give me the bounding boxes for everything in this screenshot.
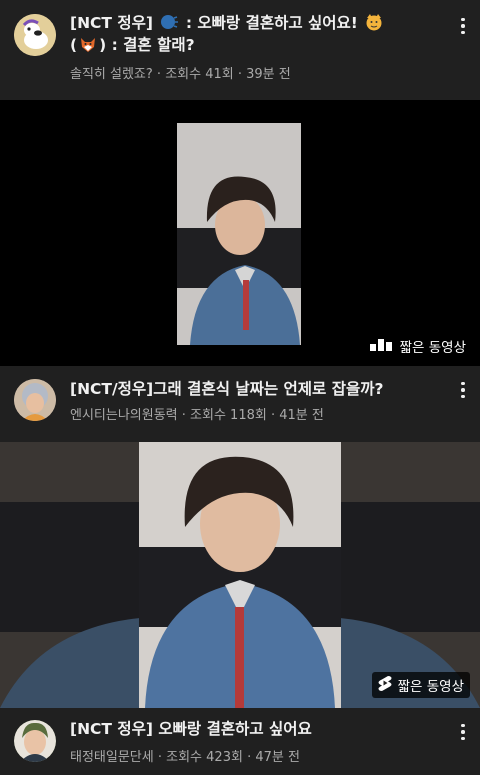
title-part-3: (	[70, 36, 78, 54]
shorts-badge: 짧은 동영상	[371, 672, 470, 698]
video-meta: 엔시티는나의원동력 · 조회수 118회 · 41분 전	[70, 408, 324, 423]
channel-avatar[interactable]	[14, 720, 56, 762]
shorts-badge: 짧은 동영상	[369, 336, 466, 356]
shorts-label: 짧은 동영상	[397, 679, 464, 695]
view-count: 조회수 423회	[166, 750, 243, 765]
shorts-bars-icon	[369, 337, 394, 355]
channel-avatar[interactable]	[14, 14, 56, 56]
video-thumbnail-1[interactable]: 짧은 동영상	[0, 100, 480, 366]
shorts-label: 짧은 동영상	[399, 340, 466, 356]
thumbnail-image	[0, 100, 480, 366]
title-part-4: ) : 결혼 할래?	[99, 36, 195, 54]
channel-name[interactable]: 엔시티는나의원동력	[70, 408, 178, 423]
title-part-2: : 오빠랑 결혼하고 싶어요!	[180, 14, 358, 32]
channel-name[interactable]: 솔직히 설렜죠?	[70, 67, 153, 82]
video-title[interactable]: [NCT/정우]그래 결혼식 날짜는 언제로 잡을까?	[70, 378, 446, 400]
video-meta: 태정태일문단세 · 조회수 423회 · 47분 전	[70, 750, 300, 765]
video-item-2[interactable]: [NCT/정우]그래 결혼식 날짜는 언제로 잡을까? 엔시티는나의원동력 · …	[0, 366, 480, 442]
channel-avatar[interactable]	[14, 379, 56, 421]
more-options-icon[interactable]	[454, 14, 472, 38]
thumbnail-image	[0, 442, 480, 708]
more-options-icon[interactable]	[454, 720, 472, 744]
upload-age: 39분 전	[246, 67, 291, 82]
upload-age: 41분 전	[279, 408, 324, 423]
shorts-logo-icon	[378, 675, 392, 695]
more-options-icon[interactable]	[454, 378, 472, 402]
fox-face-icon	[79, 35, 97, 53]
speaking-head-icon	[160, 13, 179, 31]
video-item-3[interactable]: [NCT 정우] 오빠랑 결혼하고 싶어요 태정태일문단세 · 조회수 423회…	[0, 708, 480, 775]
video-thumbnail-2[interactable]: 짧은 동영상	[0, 442, 480, 708]
view-count: 조회수 41회	[165, 67, 234, 82]
view-count: 조회수 118회	[190, 408, 267, 423]
upload-age: 47분 전	[255, 750, 300, 765]
channel-name[interactable]: 태정태일문단세	[70, 750, 154, 765]
title-part-1: [NCT 정우]	[70, 14, 154, 32]
video-item-1[interactable]: [NCT 정우] : 오빠랑 결혼하고 싶어요! ( ) : 결혼 할래? 솔직…	[0, 0, 480, 100]
video-meta: 솔직히 설렜죠? · 조회수 41회 · 39분 전	[70, 67, 291, 82]
cat-face-icon	[365, 13, 383, 31]
video-title[interactable]: [NCT 정우] 오빠랑 결혼하고 싶어요	[70, 718, 446, 740]
video-title[interactable]: [NCT 정우] : 오빠랑 결혼하고 싶어요! ( ) : 결혼 할래?	[70, 12, 446, 56]
